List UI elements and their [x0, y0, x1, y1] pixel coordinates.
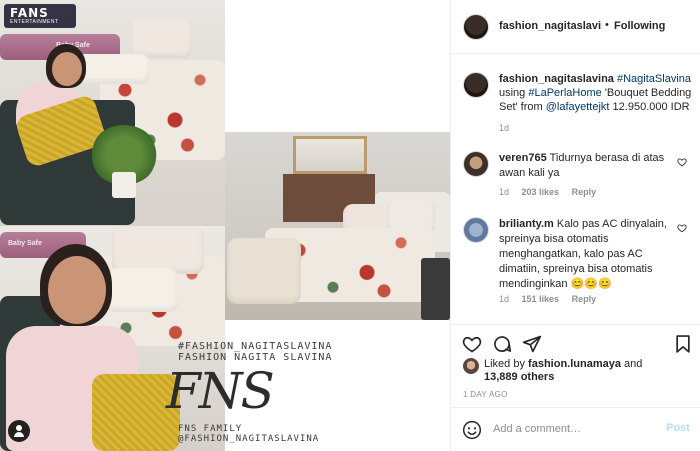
person-face [48, 256, 106, 324]
liker-username[interactable]: fashion.lunamaya [528, 358, 621, 370]
white-pillow [106, 268, 178, 312]
throw-blanket [227, 238, 301, 304]
caption-text: fashion_nagitaslavina #NagitaSlavina usi… [499, 72, 695, 114]
mirror [293, 136, 367, 174]
hashtag-link[interactable]: #NagitaSlavina [617, 73, 691, 85]
likes-summary: Liked by fashion.lunamaya and 13,889 oth… [451, 356, 700, 386]
brand-badge: FANS ENTERTAINMENT [4, 4, 76, 28]
avatar[interactable] [463, 217, 489, 243]
brand-subtitle: ENTERTAINMENT [10, 19, 59, 25]
comment-text: veren765 Tidurnya berasa di atas awan ka… [499, 151, 679, 181]
caption-fragment: using [499, 87, 526, 99]
comment-like-icon[interactable] [677, 223, 687, 233]
photo-woman-on-sofa: Baby Safe FANS ENTERTAINMENT [0, 0, 225, 226]
comment-icon[interactable] [492, 334, 512, 354]
post-date[interactable]: 1 DAY AGO [463, 390, 508, 399]
add-comment-bar: Post [451, 407, 700, 451]
floral-pillow [130, 18, 192, 58]
liked-by-line: Liked by fashion.lunamaya and [484, 358, 643, 370]
following-button[interactable]: Following [614, 20, 665, 32]
post-panel: fashion_nagitaslavina • Following fashio… [450, 0, 700, 451]
reply-button[interactable]: Reply [572, 187, 597, 197]
header-separator: • [605, 19, 609, 31]
comment-input[interactable] [493, 419, 653, 439]
header-username[interactable]: fashion_nagitaslavina [499, 20, 602, 32]
avatar[interactable] [463, 14, 489, 40]
hashtag-link[interactable]: #LaPerlaHome [528, 87, 601, 99]
heart-icon[interactable] [462, 334, 482, 354]
comment-username[interactable]: brilianty.m [499, 218, 554, 230]
comment-likes-count[interactable]: 203 likes [522, 187, 560, 197]
photo-bedroom [225, 132, 450, 320]
mention-link[interactable]: @lafayettejkt [546, 101, 610, 113]
watermark-family: FNS FAMILY @FASHION_NAGITASLAVINA [178, 424, 320, 444]
comment-timestamp[interactable]: 1d [499, 187, 509, 197]
post-comment-button[interactable]: Post [666, 422, 690, 434]
brand-logo: FANS [10, 6, 49, 20]
plant-pot [112, 172, 136, 198]
avatar[interactable] [463, 72, 489, 98]
rail-label: Baby Safe [8, 240, 42, 247]
watermark-handle: #FASHION_NAGITASLAVINA FASHION NAGITA SL… [178, 341, 333, 363]
emoji-icon[interactable] [462, 420, 482, 440]
person-face [52, 52, 82, 86]
comment-timestamp[interactable]: 1d [499, 294, 509, 304]
reply-button[interactable]: Reply [572, 294, 597, 304]
comment-likes-count[interactable]: 151 likes [522, 294, 560, 304]
avatar[interactable] [463, 151, 489, 177]
comment-meta: 1d 151 likes Reply [499, 294, 596, 304]
comment-username[interactable]: veren765 [499, 152, 547, 164]
user-tag-icon[interactable] [8, 420, 30, 442]
post-header: fashion_nagitaslavina • Following [451, 0, 700, 54]
caption-timestamp[interactable]: 1d [499, 123, 509, 133]
watermark-logo: FNS [166, 362, 275, 420]
caption-fragment: 12.950.000 IDR [612, 101, 690, 113]
likes-others-count[interactable]: 13,889 others [484, 371, 554, 383]
bookmark-icon[interactable] [673, 334, 693, 354]
liker-avatar[interactable] [463, 358, 479, 374]
floral-pillow [112, 226, 204, 274]
comment-meta: 1d 203 likes Reply [499, 187, 596, 197]
comment-like-icon[interactable] [677, 157, 687, 167]
comment-text: brilianty.m Kalo pas AC dinyalain, sprei… [499, 217, 679, 292]
side-table [421, 258, 450, 320]
post-media[interactable]: Baby Safe FANS ENTERTAINMENT Baby Safe [0, 0, 450, 451]
share-icon[interactable] [522, 334, 542, 354]
caption-username[interactable]: fashion_nagitaslavina [499, 73, 614, 85]
